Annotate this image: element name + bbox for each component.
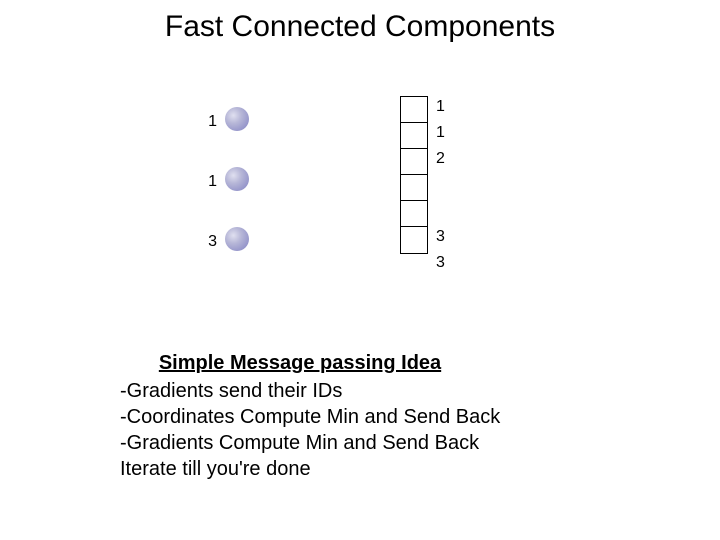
- cell-label-5: 3: [436, 254, 445, 272]
- cell-label-2: 2: [436, 150, 445, 168]
- cell-label-4: 3: [436, 228, 445, 246]
- dot-1: [225, 167, 249, 191]
- page-title: Fast Connected Components: [0, 10, 720, 44]
- body-line-0: -Gradients send their IDs: [120, 378, 342, 404]
- body-line-1: -Coordinates Compute Min and Send Back: [120, 404, 500, 430]
- section-heading: Simple Message passing Idea: [120, 350, 480, 376]
- cell-1: [401, 123, 427, 149]
- body-line-2: -Gradients Compute Min and Send Back: [120, 430, 479, 456]
- cell-2: [401, 149, 427, 175]
- cell-column: [400, 96, 428, 254]
- cell-5: [401, 227, 427, 253]
- cell-label-0: 1: [436, 98, 445, 116]
- dot-label-1: 1: [197, 173, 217, 191]
- dot-label-0: 1: [197, 113, 217, 131]
- cell-0: [401, 97, 427, 123]
- dot-2: [225, 227, 249, 251]
- cell-4: [401, 201, 427, 227]
- dot-label-2: 3: [197, 233, 217, 251]
- cell-label-1: 1: [436, 124, 445, 142]
- body-line-3: Iterate till you're done: [120, 456, 311, 482]
- slide: Fast Connected Components 1 1 3 1 1 2 3 …: [0, 0, 720, 540]
- cell-3: [401, 175, 427, 201]
- dot-0: [225, 107, 249, 131]
